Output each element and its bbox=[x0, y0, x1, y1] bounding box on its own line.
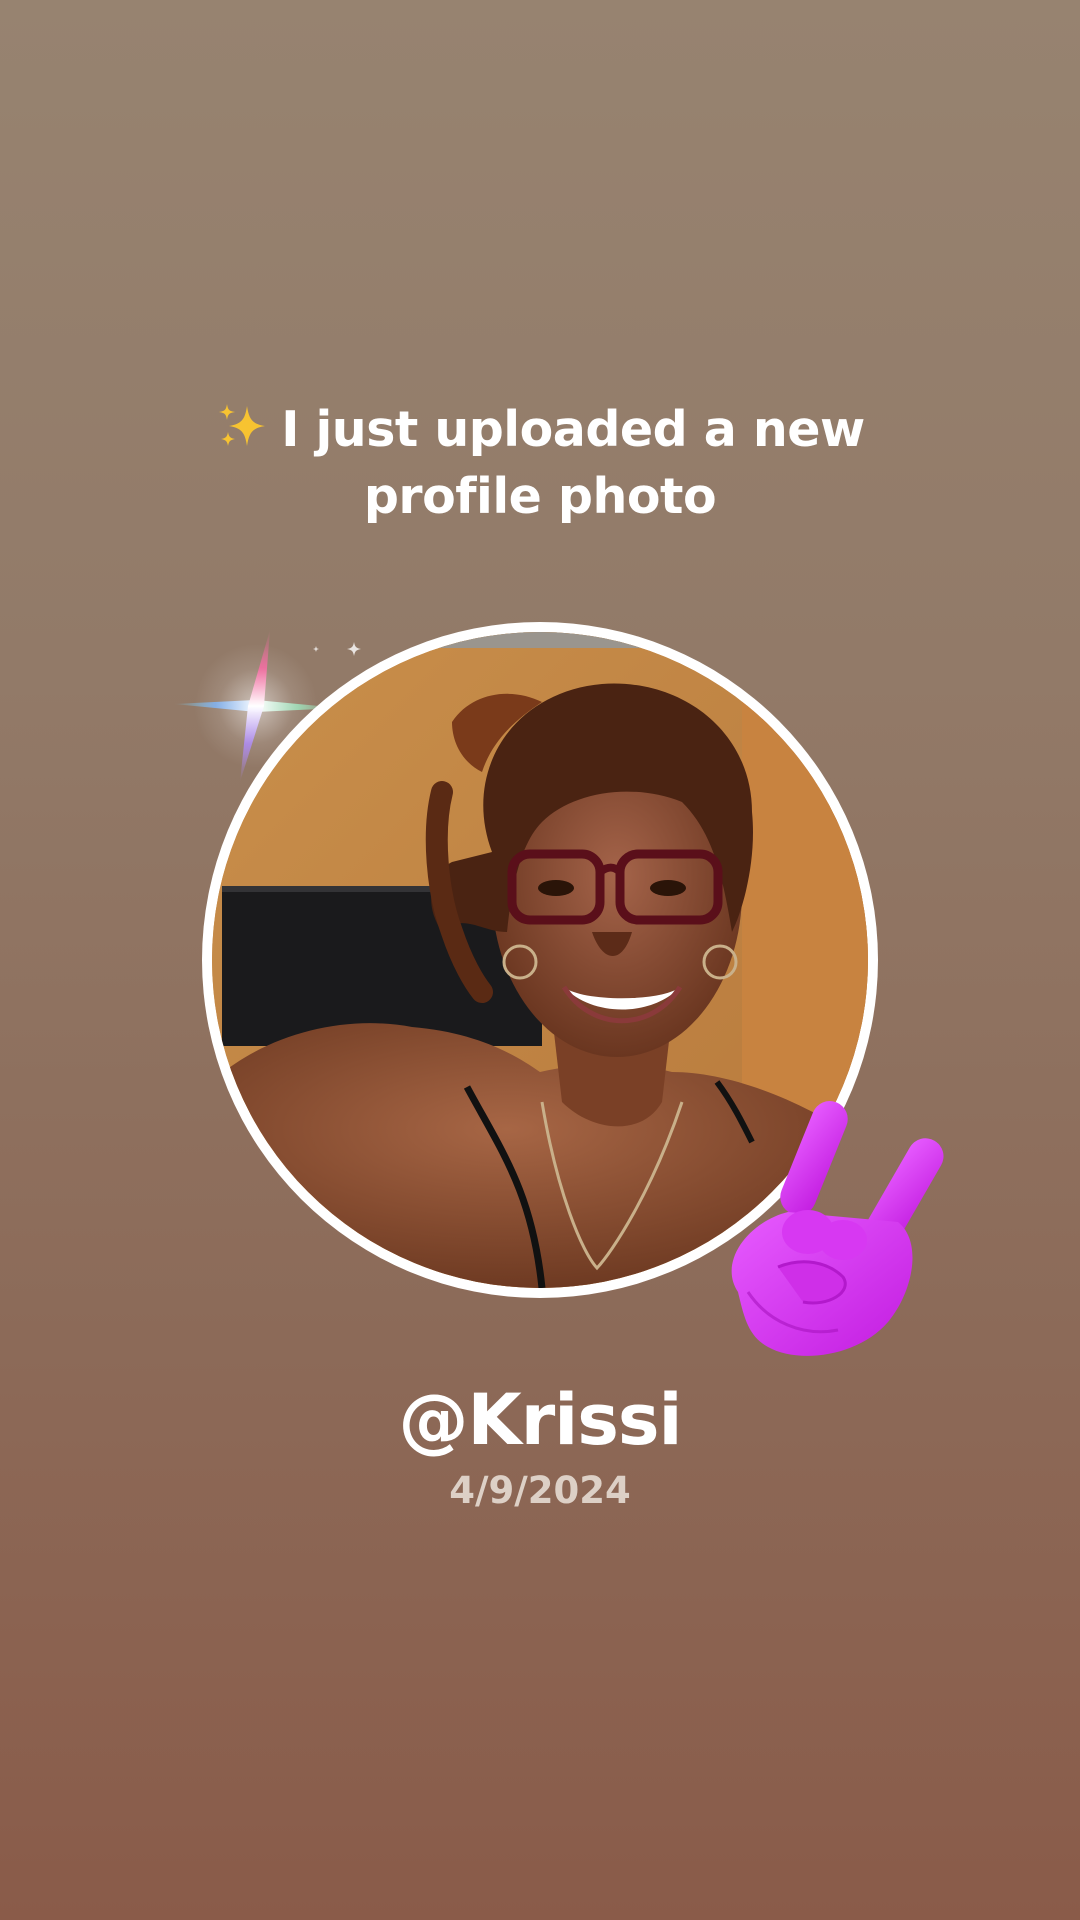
sparkles-icon bbox=[219, 404, 266, 446]
headline: I just uploaded a new profile photo bbox=[140, 396, 940, 530]
sign-of-the-horns-icon bbox=[731, 1101, 944, 1356]
headline-text: I just uploaded a new profile photo bbox=[281, 401, 865, 525]
post-date: 4/9/2024 bbox=[449, 1469, 631, 1512]
profile-photo-announcement: I just uploaded a new profile photo @Kri… bbox=[0, 0, 1080, 1920]
username: @Krissi bbox=[398, 1379, 682, 1461]
